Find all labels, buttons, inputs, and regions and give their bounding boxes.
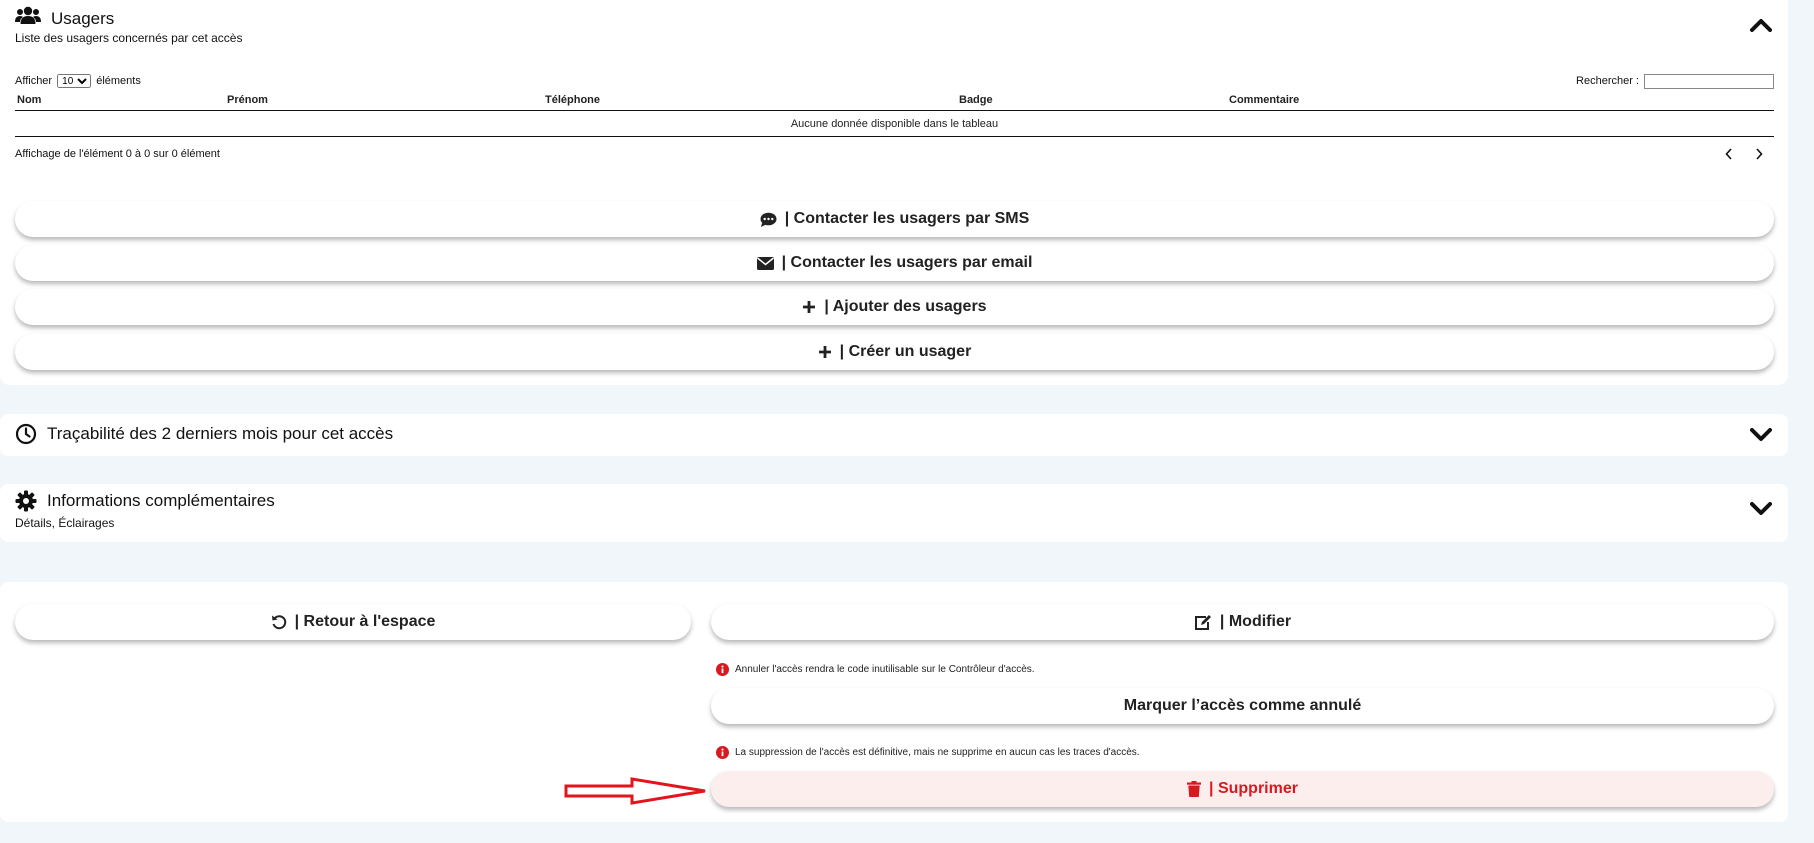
users-table: Nom Prénom Téléphone Badge Commentaire A…	[15, 92, 1774, 137]
trash-icon	[1187, 781, 1202, 797]
column-header-badge[interactable]: Badge	[957, 92, 1227, 111]
plus-icon	[818, 346, 831, 358]
delete-warning: La suppression de l'accès est définitive…	[716, 746, 1140, 759]
additional-info-header[interactable]: Informations complémentaires	[15, 490, 275, 512]
previous-page-button[interactable]	[1722, 147, 1736, 161]
page-length-control: Afficher 10 éléments	[15, 74, 141, 88]
comment-dots-icon	[760, 212, 777, 227]
show-prefix: Afficher	[15, 75, 53, 87]
traceability-expand-toggle[interactable]	[1748, 422, 1774, 448]
column-header-prenom[interactable]: Prénom	[225, 92, 543, 111]
contact-sms-button[interactable]: | Contacter les usagers par SMS	[15, 201, 1774, 237]
traceability-header[interactable]: Traçabilité des 2 derniers mois pour cet…	[15, 423, 393, 445]
users-group-icon	[15, 6, 41, 31]
gear-icon	[15, 490, 37, 512]
users-subtitle: Liste des usagers concernés par cet accè…	[15, 31, 243, 45]
clock-icon	[15, 423, 37, 445]
search-control: Rechercher :	[1576, 73, 1774, 89]
show-suffix: éléments	[96, 75, 141, 87]
users-title: Usagers	[51, 8, 115, 28]
edit-label: | Modifier	[1219, 613, 1292, 630]
delete-button[interactable]: | Supprimer	[711, 771, 1774, 807]
page-length-select[interactable]: 10	[57, 74, 92, 88]
table-footer: Affichage de l'élément 0 à 0 sur 0 éléme…	[15, 147, 1774, 161]
additional-info-expand-toggle[interactable]	[1748, 496, 1774, 522]
envelope-icon	[756, 256, 774, 270]
create-user-label: | Créer un usager	[839, 343, 972, 360]
chevron-right-icon	[1756, 148, 1763, 160]
add-users-button[interactable]: | Ajouter des usagers	[15, 289, 1774, 325]
add-users-label: | Ajouter des usagers	[824, 298, 987, 315]
edit-icon	[1194, 614, 1211, 630]
actions-panel: | Retour à l'espace | Modifier Annuler l…	[0, 582, 1788, 822]
empty-table-message: Aucune donnée disponible dans le tableau	[15, 110, 1774, 137]
back-to-space-label: | Retour à l'espace	[294, 613, 436, 630]
additional-info-subtitle: Détails, Éclairages	[15, 516, 115, 530]
traceability-panel: Traçabilité des 2 derniers mois pour cet…	[0, 414, 1788, 456]
chevron-left-icon	[1725, 148, 1732, 160]
table-header-row: Nom Prénom Téléphone Badge Commentaire	[15, 92, 1774, 111]
back-to-space-button[interactable]: | Retour à l'espace	[15, 604, 691, 640]
undo-icon	[271, 615, 286, 630]
info-circle-icon	[716, 746, 729, 759]
contact-email-label: | Contacter les usagers par email	[781, 254, 1033, 271]
traceability-title: Traçabilité des 2 derniers mois pour cet…	[47, 424, 394, 443]
cancel-warning-text: Annuler l'accès rendra le code inutilisa…	[735, 664, 1035, 675]
next-page-button[interactable]	[1752, 147, 1766, 161]
info-circle-icon	[716, 663, 729, 676]
pagination	[1722, 147, 1766, 161]
chevron-down-icon	[1750, 502, 1772, 515]
delete-warning-text: La suppression de l'accès est définitive…	[735, 747, 1140, 758]
column-header-nom[interactable]: Nom	[15, 92, 225, 111]
chevron-up-icon	[1750, 19, 1772, 32]
users-panel: Usagers Liste des usagers concernés par …	[0, 0, 1788, 385]
users-header: Usagers	[15, 6, 114, 31]
table-row: Aucune donnée disponible dans le tableau	[15, 110, 1774, 137]
red-arrow-annotation	[564, 777, 706, 805]
search-input[interactable]	[1644, 73, 1774, 89]
column-header-telephone[interactable]: Téléphone	[543, 92, 957, 111]
chevron-down-icon	[1750, 428, 1772, 441]
create-user-button[interactable]: | Créer un usager	[15, 334, 1774, 370]
plus-icon	[803, 301, 816, 313]
contact-sms-label: | Contacter les usagers par SMS	[784, 210, 1030, 227]
additional-info-title: Informations complémentaires	[47, 491, 275, 510]
delete-label: | Supprimer	[1209, 780, 1298, 797]
table-info: Affichage de l'élément 0 à 0 sur 0 éléme…	[15, 148, 220, 160]
mark-cancelled-label: Marquer l’accès comme annulé	[1123, 697, 1362, 714]
table-controls: Afficher 10 éléments Rechercher :	[15, 71, 1774, 91]
mark-cancelled-button[interactable]: Marquer l’accès comme annulé	[711, 688, 1774, 724]
cancel-warning: Annuler l'accès rendra le code inutilisa…	[716, 663, 1035, 676]
column-header-commentaire[interactable]: Commentaire	[1227, 92, 1774, 111]
additional-info-panel: Informations complémentaires Détails, Éc…	[0, 484, 1788, 542]
users-collapse-toggle[interactable]	[1748, 12, 1774, 38]
contact-email-button[interactable]: | Contacter les usagers par email	[15, 245, 1774, 281]
search-label: Rechercher :	[1576, 74, 1639, 87]
edit-button[interactable]: | Modifier	[711, 604, 1774, 640]
